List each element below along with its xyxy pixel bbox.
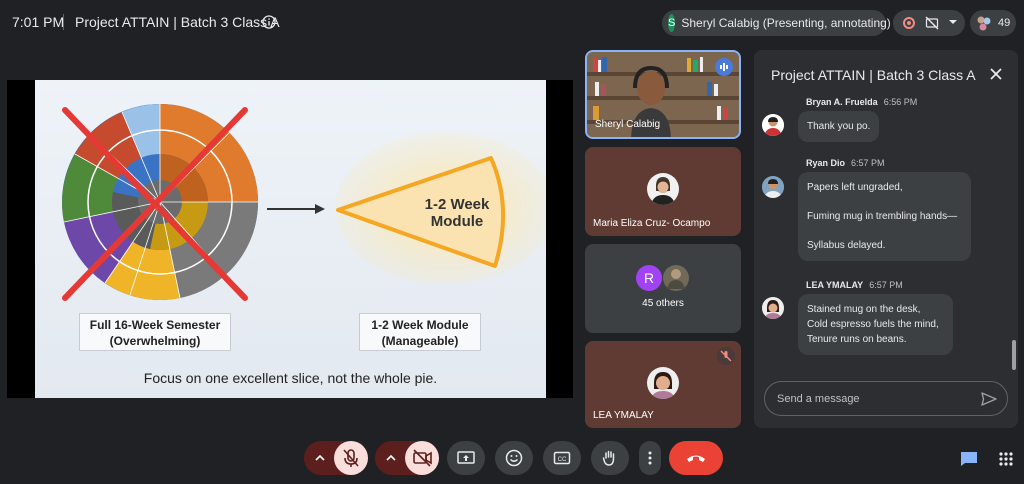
captions-button[interactable]: CC (543, 441, 581, 475)
message-line: Papers left ungraded, (807, 182, 903, 193)
presenter-avatar: S (668, 14, 676, 32)
sender-name: Ryan Dio (806, 158, 846, 168)
message-line: Cold espresso fuels the mind, (807, 319, 939, 330)
meeting-status-chip[interactable] (893, 10, 965, 36)
sender-name: Bryan A. Fruelda (806, 97, 878, 107)
present-button[interactable] (447, 441, 485, 475)
top-bar: 7:01 PM Project ATTAIN | Batch 3 Class A… (0, 0, 1024, 44)
presenter-label: Sheryl Calabig (Presenting, annotating) (681, 16, 891, 30)
close-icon[interactable] (988, 66, 1004, 82)
module-label-box: 1-2 Week Module (Manageable) (359, 313, 481, 351)
participant-tile[interactable]: Maria Eliza Cruz- Ocampo (585, 147, 741, 236)
avatar (762, 297, 784, 319)
sender-name: LEA YMALAY (806, 280, 864, 290)
semester-label-line: Full 16-Week Semester (89, 318, 221, 332)
avatar (647, 367, 679, 399)
message-line: Fuming mug in trembling hands— (807, 211, 958, 222)
message-sender: Ryan Dio 6:57 PM (806, 158, 885, 168)
captions-icon: CC (553, 451, 571, 465)
group-avatars (636, 265, 689, 291)
camera-toggle-button[interactable] (405, 441, 439, 475)
participant-group-tile[interactable]: R 45 others (585, 244, 741, 333)
chevron-up-icon[interactable] (385, 452, 397, 464)
others-count: 45 others (642, 298, 684, 309)
avatar (762, 114, 784, 136)
module-box-line: 1-2 Week Module (371, 318, 469, 332)
module-box-line: (Manageable) (381, 334, 459, 348)
semester-label-box: Full 16-Week Semester (Overwhelming) (79, 313, 231, 351)
reactions-button[interactable] (495, 441, 533, 475)
divider (63, 14, 64, 30)
message-bubble: Papers left ungraded, Fuming mug in trem… (798, 172, 971, 261)
module-label-line: 1-2 Week (424, 196, 490, 213)
mic-off-icon (343, 449, 359, 467)
module-label: 1-2 Week Module (407, 196, 507, 230)
chat-scrollbar[interactable] (1012, 340, 1016, 370)
speaking-indicator-icon (715, 58, 733, 76)
participants-chip[interactable]: 49 (970, 10, 1016, 36)
svg-text:CC: CC (558, 457, 567, 463)
raise-hand-button[interactable] (591, 441, 629, 475)
raise-hand-icon (602, 450, 615, 466)
participant-name: Sheryl Calabig (595, 119, 661, 130)
participant-count: 49 (998, 17, 1011, 29)
captions-off-icon (925, 16, 939, 30)
camera-control-group (375, 441, 439, 475)
message-line: Stained mug on the desk, (807, 304, 921, 315)
record-icon (903, 17, 915, 29)
presenter-chip[interactable]: S Sheryl Calabig (Presenting, annotating… (662, 10, 891, 36)
participants-avatars-icon (976, 15, 992, 31)
avatar (762, 176, 784, 198)
semester-label-line: (Overwhelming) (109, 334, 201, 348)
slide-caption: Focus on one excellent slice, not the wh… (143, 370, 438, 386)
participant-tile[interactable]: LEA YMALAY (585, 341, 741, 428)
info-icon[interactable] (262, 15, 276, 29)
message-input-placeholder: Send a message (777, 393, 860, 405)
more-icon (648, 451, 652, 465)
end-call-icon (687, 455, 705, 462)
camera-off-icon (413, 449, 432, 467)
avatar (647, 173, 679, 205)
emoji-icon (505, 449, 523, 467)
clock: 7:01 PM (12, 14, 65, 30)
message-time: 6:57 PM (869, 280, 903, 290)
message-sender: Bryan A. Fruelda 6:56 PM (806, 97, 917, 107)
chat-title: Project ATTAIN | Batch 3 Class A (771, 67, 976, 83)
message-line: Thank you po. (807, 121, 871, 132)
shared-slide: 1-2 Week Module Full 16-Week Semester (O… (35, 80, 546, 398)
leave-call-button[interactable] (669, 441, 723, 475)
message-line: Syllabus delayed. (807, 240, 886, 251)
chevron-up-icon[interactable] (314, 452, 326, 464)
chevron-down-icon (949, 20, 957, 24)
message-bubble: Thank you po. (798, 111, 880, 142)
message-line: Tenure runs on beans. (807, 334, 907, 345)
participant-name: LEA YMALAY (593, 410, 654, 421)
more-options-button[interactable] (639, 441, 661, 475)
mic-control-group (304, 441, 368, 475)
mic-toggle-button[interactable] (334, 441, 368, 475)
avatar-initial: R (644, 270, 655, 286)
message-time: 6:56 PM (883, 97, 918, 107)
participant-tile-presenter[interactable]: Sheryl Calabig (585, 50, 741, 139)
message-time: 6:57 PM (851, 158, 885, 168)
arrow-graphic (267, 204, 325, 214)
message-bubble: Stained mug on the desk, Cold espresso f… (798, 294, 953, 355)
mic-off-icon (717, 347, 735, 365)
message-sender: LEA YMALAY 6:57 PM (806, 280, 903, 290)
activities-icon[interactable] (997, 451, 1015, 467)
chat-panel: Project ATTAIN | Batch 3 Class A Bryan A… (754, 50, 1018, 428)
message-input[interactable]: Send a message (764, 381, 1008, 416)
presentation-stage: 1-2 Week Module Full 16-Week Semester (O… (7, 80, 573, 398)
meeting-title: Project ATTAIN | Batch 3 Class A (75, 14, 280, 30)
present-icon (457, 451, 475, 464)
chat-icon[interactable] (960, 451, 978, 467)
send-icon[interactable] (981, 392, 997, 406)
module-label-line: Module (430, 213, 484, 230)
participant-name: Maria Eliza Cruz- Ocampo (593, 218, 711, 229)
